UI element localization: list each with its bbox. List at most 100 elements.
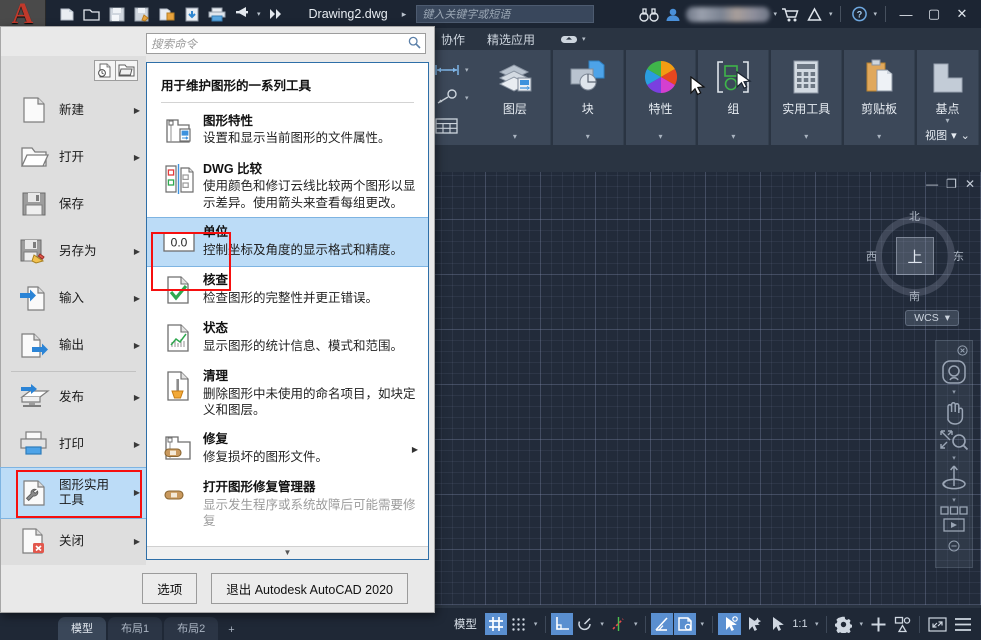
panel-group-dropdown[interactable]: ▾ — [698, 132, 768, 141]
undo-dropdown-caret[interactable]: ▾ — [256, 10, 262, 18]
panel-properties[interactable]: 特性 ▾ — [625, 50, 697, 145]
tab-collaborate[interactable]: 协作 — [430, 29, 476, 50]
layout-tab-model[interactable]: 模型 — [58, 617, 106, 640]
print-icon[interactable] — [206, 4, 228, 24]
layout-tab-layout1[interactable]: 布局1 — [108, 617, 163, 640]
panel-block-dropdown[interactable]: ▾ — [553, 132, 623, 141]
help-icon[interactable]: ? — [848, 4, 870, 24]
menu-item-drawing-utilities[interactable]: 图形实用 工具 ▶ — [0, 466, 147, 519]
search-icon[interactable] — [408, 36, 421, 52]
options-button[interactable]: 选项 — [142, 572, 198, 604]
orbit-caret[interactable]: ▾ — [952, 496, 956, 504]
menu-item-publish[interactable]: 发布 ▶ — [1, 374, 146, 421]
annotation-scale-value[interactable]: 1:1 — [789, 613, 811, 635]
orbit-icon[interactable] — [940, 464, 968, 494]
fullscreen-icon[interactable] — [925, 613, 950, 635]
help-menu-caret[interactable]: ▾ — [872, 10, 878, 18]
save-icon[interactable] — [106, 4, 128, 24]
drawing-canvas[interactable]: — ❐ ✕ 上 北 南 西 东 WCS ▾ ▾ ▾ ▾ — [430, 172, 981, 605]
layout-tab-layout2[interactable]: 布局2 — [164, 617, 219, 640]
menu-item-close[interactable]: 关闭 ▶ — [1, 518, 146, 565]
object-snap-toggle[interactable] — [651, 613, 674, 635]
model-space-label[interactable]: 模型 — [447, 614, 484, 634]
panel-group[interactable]: 组 ▾ — [698, 50, 770, 145]
binoculars-search-icon[interactable] — [638, 4, 660, 24]
window-minimize-button[interactable]: — — [893, 1, 919, 27]
panel-utilities[interactable]: 实用工具 ▾ — [771, 50, 843, 145]
dimension-caret[interactable]: ▾ — [465, 66, 469, 74]
panel-basepoint[interactable]: 基点 ▾ 视图 ▾ ⌄ — [917, 50, 979, 145]
command-search-input[interactable]: 搜索命令 — [146, 33, 426, 54]
workspace-caret[interactable]: ▾ — [856, 620, 866, 628]
view-cube-top-face[interactable]: 上 — [896, 237, 934, 275]
grid-display-toggle[interactable] — [484, 613, 507, 635]
zoom-extents-icon[interactable] — [939, 428, 969, 452]
menu-item-export[interactable]: 输出 ▶ — [1, 322, 146, 369]
undo-icon[interactable] — [231, 4, 253, 24]
menu-item-print[interactable]: 打印 ▶ — [1, 421, 146, 468]
cart-icon[interactable] — [780, 4, 802, 24]
tab-featured-apps[interactable]: 精选应用 — [476, 29, 546, 50]
panel-clipboard-dropdown[interactable]: ▾ — [844, 132, 914, 141]
dimension-tool[interactable]: ▾ — [434, 57, 480, 83]
navbar-collapse-icon[interactable] — [948, 540, 960, 552]
snap-mode-toggle[interactable] — [508, 613, 530, 635]
user-menu-caret[interactable]: ▾ — [772, 10, 778, 18]
panel-clipboard[interactable]: 剪贴板 ▾ — [844, 50, 916, 145]
annotation-visibility-toggle[interactable] — [674, 613, 697, 635]
panel-properties-dropdown[interactable]: ▾ — [626, 132, 696, 141]
plot-preview-icon[interactable] — [156, 4, 178, 24]
menu-item-open[interactable]: 打开 ▶ — [1, 134, 146, 181]
cloud-caret[interactable]: ▾ — [581, 35, 587, 43]
submenu-item-dwg-compare[interactable]: DWG 比较 使用颜色和修订云线比较两个图形以显示差异。使用箭头来查看每组更改。 — [147, 155, 428, 218]
document-close-button[interactable]: ✕ — [965, 178, 975, 190]
hardware-acceleration-icon[interactable] — [891, 613, 914, 635]
leader-caret[interactable]: ▾ — [465, 94, 469, 102]
pan-hand-icon[interactable] — [940, 398, 968, 426]
snap-mode-caret[interactable]: ▾ — [531, 620, 541, 628]
export-icon[interactable] — [181, 4, 203, 24]
autodesk-app-icon[interactable] — [804, 4, 826, 24]
panel-utilities-dropdown[interactable]: ▾ — [771, 132, 841, 141]
navbar-close-icon[interactable] — [957, 345, 968, 356]
isolate-objects-plus-icon[interactable] — [867, 613, 890, 635]
submenu-item-units[interactable]: 0.0 单位 控制坐标及角度的显示格式和精度。 — [147, 216, 428, 267]
object-snap-tracking-toggle[interactable] — [608, 613, 630, 635]
submenu-item-drawing-recovery-manager[interactable]: 打开图形修复管理器 显示发生程序或系统故障后可能需要修复 — [147, 473, 428, 529]
table-tool[interactable] — [434, 113, 480, 139]
basepoint-caret[interactable]: ▾ — [946, 116, 950, 125]
workspace-switch-gear-icon[interactable] — [832, 613, 855, 635]
polar-tracking-toggle[interactable] — [574, 613, 596, 635]
open-icon[interactable] — [81, 4, 103, 24]
wcs-selector[interactable]: WCS ▾ — [905, 310, 959, 326]
annotation-scale-caret[interactable]: ▾ — [812, 620, 822, 628]
steering-wheel-caret[interactable]: ▾ — [952, 388, 956, 396]
autoscale-toggle[interactable] — [717, 613, 741, 635]
user-avatar-icon[interactable] — [662, 4, 684, 24]
leader-tool[interactable]: ▾ — [434, 85, 480, 111]
polar-tracking-caret[interactable]: ▾ — [597, 620, 607, 628]
layout-tab-add-button[interactable]: + — [220, 621, 242, 640]
showmotion-icon[interactable] — [939, 506, 969, 532]
exit-autocad-button[interactable]: 退出 Autodesk AutoCAD 2020 — [211, 572, 408, 604]
document-minimize-button[interactable]: — — [926, 178, 938, 190]
panel-layers-dropdown[interactable]: ▾ — [480, 132, 550, 141]
zoom-caret[interactable]: ▾ — [952, 454, 956, 462]
menu-item-save[interactable]: 保存 — [1, 181, 146, 228]
ortho-mode-toggle[interactable] — [551, 613, 574, 635]
autodesk-menu-caret[interactable]: ▾ — [828, 10, 834, 18]
panel-block[interactable]: 块 ▾ — [552, 50, 624, 145]
annotation-scale-icon[interactable] — [766, 613, 788, 635]
steering-wheel-icon[interactable] — [940, 358, 968, 386]
menu-item-save-as[interactable]: 另存为 ▶ — [1, 228, 146, 275]
document-restore-button[interactable]: ❐ — [946, 178, 957, 190]
window-maximize-button[interactable]: ▢ — [921, 1, 947, 27]
submenu-item-purge[interactable]: 清理 删除图形中未使用的命名项目，如块定义和图层。 — [147, 362, 428, 425]
cloud-storage-button[interactable]: ▾ — [560, 33, 587, 45]
annotation-scale-add-toggle[interactable] — [742, 613, 765, 635]
panel-layers[interactable]: 图层 ▾ — [479, 50, 551, 145]
customization-menu-icon[interactable] — [951, 613, 975, 635]
submenu-item-drawing-properties[interactable]: 图形特性 设置和显示当前图形的文件属性。 — [147, 107, 428, 155]
submenu-scroll-down-button[interactable]: ▼ — [147, 545, 428, 559]
annotation-visibility-caret[interactable]: ▾ — [697, 620, 707, 628]
